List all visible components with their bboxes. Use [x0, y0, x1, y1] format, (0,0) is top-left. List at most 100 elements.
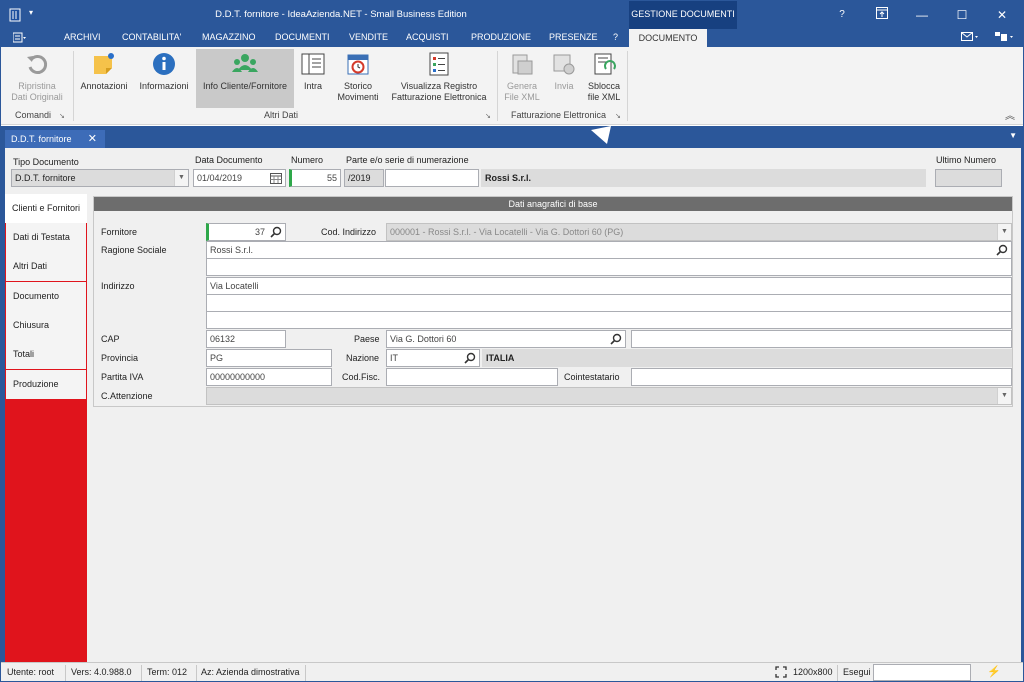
- chevron-down-icon[interactable]: ▼: [997, 224, 1011, 240]
- calendar-icon[interactable]: [270, 172, 282, 186]
- storico-movimenti-button[interactable]: Storico Movimenti: [333, 49, 383, 103]
- menu-produzione[interactable]: PRODUZIONE: [471, 32, 531, 42]
- cointestatario-field[interactable]: [631, 368, 1012, 386]
- sblocca-file-xml-button[interactable]: Sblocca file XML: [585, 49, 623, 103]
- context-tab-gestione-documenti: GESTIONE DOCUMENTI: [629, 1, 737, 29]
- lightning-icon[interactable]: ⚡: [987, 665, 1001, 678]
- ribbon: Ripristina Dati Originali Comandi ↘ Anno…: [1, 47, 1023, 125]
- cod-fisc-field[interactable]: [386, 368, 558, 386]
- nazione-label: Nazione: [346, 353, 380, 363]
- indirizzo-2-field[interactable]: [206, 294, 1012, 312]
- annotazioni-button[interactable]: Annotazioni: [77, 49, 131, 92]
- tab-list-dropdown-icon[interactable]: ▼: [1009, 131, 1017, 140]
- comandi-launcher-icon[interactable]: ↘: [59, 112, 65, 120]
- numero-field[interactable]: 55: [289, 169, 341, 187]
- menu-help[interactable]: ?: [613, 32, 618, 42]
- altri-dati-launcher-icon[interactable]: ↘: [485, 112, 491, 120]
- undo-icon: [24, 51, 50, 77]
- info-cliente-fornitore-button[interactable]: Info Cliente/Fornitore: [196, 49, 294, 108]
- tab-strip-decoration-icon: [591, 126, 611, 144]
- tipo-documento-label: Tipo Documento: [13, 157, 79, 167]
- group-fatturazione-label: Fatturazione Elettronica: [511, 110, 607, 120]
- c-attenzione-select[interactable]: ▼: [206, 387, 1012, 405]
- side-tab-produzione[interactable]: Produzione: [6, 370, 86, 399]
- genera-file-xml-button[interactable]: Genera File XML: [501, 49, 543, 103]
- search-icon[interactable]: [996, 244, 1008, 256]
- esegui-input[interactable]: [873, 664, 971, 681]
- status-utente: Utente: root: [7, 667, 55, 677]
- data-documento-field[interactable]: 01/04/2019: [193, 169, 286, 187]
- menu-presenze[interactable]: PRESENZE: [549, 32, 598, 42]
- ultimo-numero-label: Ultimo Numero: [936, 155, 997, 165]
- parte-serie-field[interactable]: /2019: [344, 169, 384, 187]
- close-button[interactable]: ✕: [982, 1, 1022, 29]
- serie-numerazione-field[interactable]: [385, 169, 479, 187]
- ragione-sociale-2-field[interactable]: [206, 258, 1012, 276]
- paese-label: Paese: [354, 334, 380, 344]
- minimize-button[interactable]: —: [902, 1, 942, 29]
- indirizzo-3-field[interactable]: [206, 311, 1012, 329]
- side-tab-altri-dati[interactable]: Altri Dati: [6, 252, 86, 281]
- partita-iva-field[interactable]: 00000000000: [206, 368, 332, 386]
- search-icon[interactable]: [464, 352, 476, 364]
- visualizza-registro-button[interactable]: Visualizza Registro Fatturazione Elettro…: [387, 49, 491, 103]
- indirizzo-field[interactable]: Via Locatelli: [206, 277, 1012, 295]
- cod-indirizzo-select[interactable]: 000001 - Rossi S.r.l. - Via Locatelli - …: [386, 223, 1012, 241]
- search-icon[interactable]: [270, 226, 282, 238]
- fullscreen-icon[interactable]: [775, 666, 787, 680]
- main-area: Tipo Documento D.D.T. fornitore ▼ Data D…: [1, 148, 1023, 662]
- cointestatario-label: Cointestatario: [564, 372, 620, 382]
- cap-field[interactable]: 06132: [206, 330, 286, 348]
- side-tab-chiusura[interactable]: Chiusura: [6, 311, 86, 340]
- file-menu-icon[interactable]: [12, 32, 27, 45]
- invia-button[interactable]: Invia: [547, 49, 581, 92]
- paese-field[interactable]: Via G. Dottori 60: [386, 330, 626, 348]
- fatturazione-launcher-icon[interactable]: ↘: [615, 112, 621, 120]
- search-icon[interactable]: [610, 333, 622, 345]
- ribbon-separator: [73, 51, 74, 121]
- window-title: D.D.T. fornitore - IdeaAzienda.NET - Sma…: [215, 9, 467, 20]
- intra-button[interactable]: Intra: [297, 49, 329, 92]
- menu-documento[interactable]: DOCUMENTO: [629, 29, 707, 47]
- status-resolution: 1200x800: [793, 667, 833, 677]
- close-tab-icon[interactable]: ✕: [88, 130, 97, 148]
- paese-extra-field[interactable]: [631, 330, 1012, 348]
- nazione-field[interactable]: IT: [386, 349, 480, 367]
- ripristina-dati-originali-button[interactable]: Ripristina Dati Originali: [7, 49, 67, 103]
- tab-label: D.D.T. fornitore: [11, 134, 72, 144]
- menu-acquisti[interactable]: ACQUISTI: [406, 32, 449, 42]
- ragione-sociale-field[interactable]: Rossi S.r.l.: [206, 241, 1012, 259]
- side-tab-dati-testata[interactable]: Dati di Testata: [6, 223, 86, 252]
- side-tab-clienti-fornitori[interactable]: Clienti e Fornitori: [5, 194, 87, 223]
- status-separator: [196, 665, 197, 681]
- side-tab-documento[interactable]: Documento: [6, 282, 86, 311]
- menu-archivi[interactable]: ARCHIVI: [64, 32, 101, 42]
- menu-contabilita[interactable]: CONTABILITA': [122, 32, 181, 42]
- sblocca-label: Sblocca file XML: [587, 81, 621, 102]
- status-separator: [141, 665, 142, 681]
- users-icon: [232, 51, 258, 77]
- cod-indirizzo-label: Cod. Indirizzo: [321, 227, 377, 237]
- chevron-down-icon[interactable]: ▼: [174, 170, 188, 186]
- informazioni-button[interactable]: Informazioni: [135, 49, 193, 92]
- menu-vendite[interactable]: VENDITE: [349, 32, 388, 42]
- chevron-down-icon[interactable]: ▼: [997, 388, 1011, 404]
- provincia-field[interactable]: PG: [206, 349, 332, 367]
- mail-icon[interactable]: [961, 32, 979, 44]
- tipo-documento-select[interactable]: D.D.T. fornitore ▼: [11, 169, 189, 187]
- ribbon-separator: [497, 51, 498, 121]
- help-button[interactable]: ?: [822, 1, 862, 29]
- menu-magazzino[interactable]: MAGAZZINO: [202, 32, 256, 42]
- layout-icon[interactable]: [995, 32, 1015, 44]
- fornitore-field[interactable]: 37: [206, 223, 286, 241]
- fornitore-value: 37: [254, 227, 265, 237]
- maximize-button[interactable]: ☐: [942, 1, 982, 29]
- collapse-ribbon-icon[interactable]: ︽: [1005, 107, 1015, 122]
- menu-documenti[interactable]: DOCUMENTI: [275, 32, 330, 42]
- status-separator: [65, 665, 66, 681]
- ribbon-display-options-icon[interactable]: [862, 1, 902, 29]
- side-tab-totali[interactable]: Totali: [6, 340, 86, 369]
- tab-ddt-fornitore[interactable]: D.D.T. fornitore ✕: [5, 130, 105, 148]
- genera-label: Genera File XML: [504, 81, 540, 102]
- side-navigation: Clienti e Fornitori Dati di Testata Altr…: [5, 194, 87, 662]
